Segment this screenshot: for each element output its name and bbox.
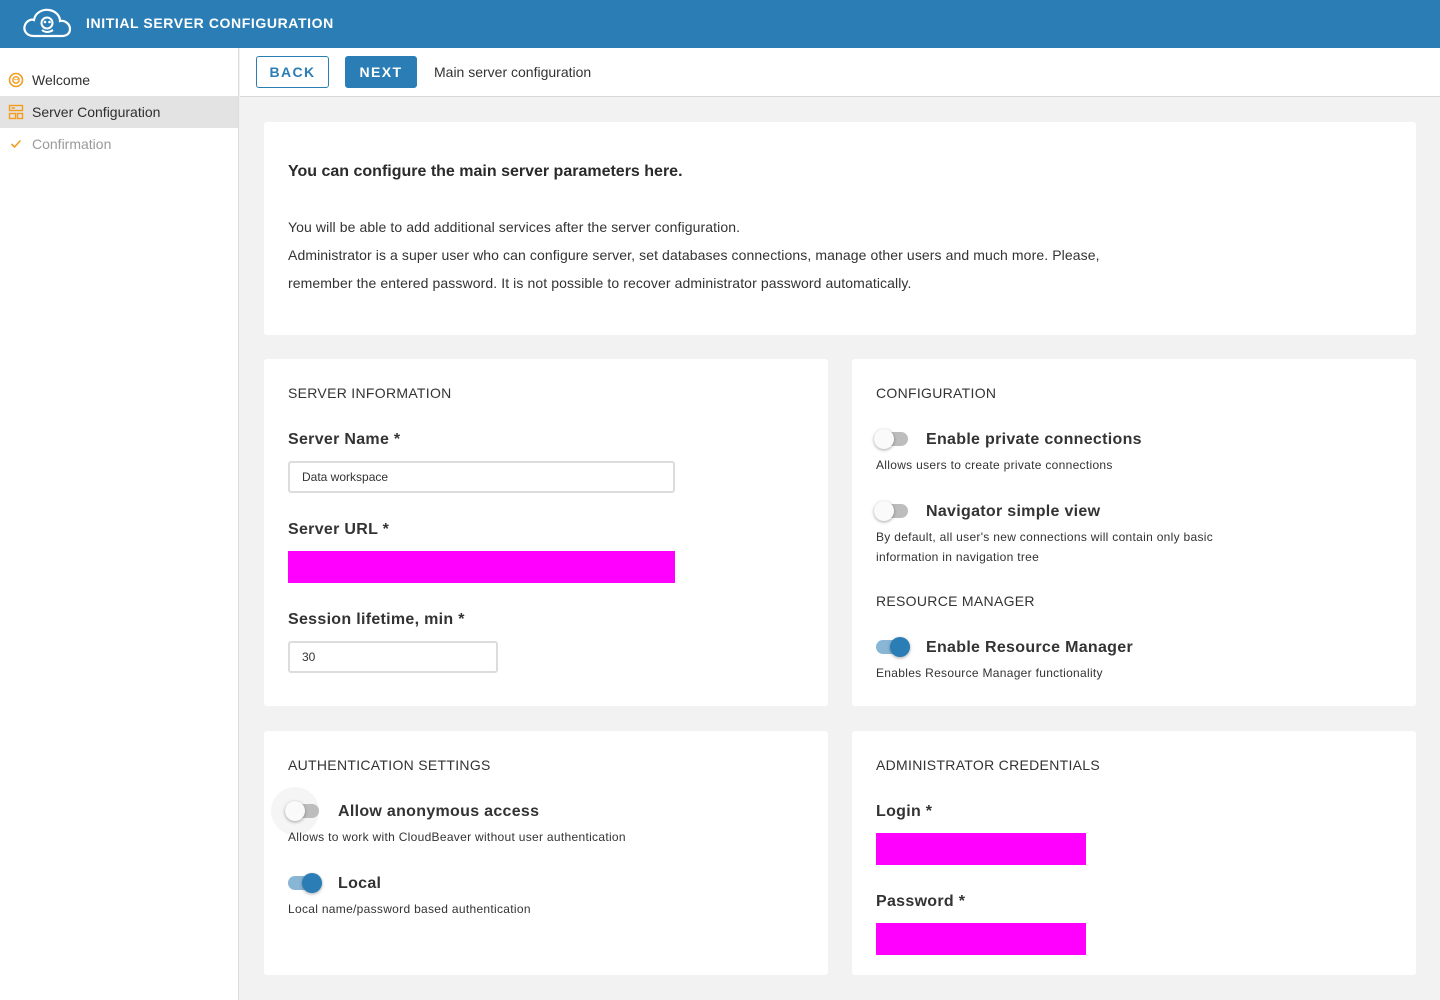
- anonymous-access-toggle[interactable]: [285, 801, 319, 821]
- section-title: SERVER INFORMATION: [288, 385, 452, 401]
- wizard-toolbar: BACK NEXT Main server configuration: [240, 48, 1440, 97]
- session-lifetime-input[interactable]: [288, 641, 498, 673]
- toggle-knob: [285, 801, 305, 821]
- sidebar-item-label: Confirmation: [32, 136, 112, 152]
- local-auth-label: Local: [338, 875, 382, 892]
- section-title: CONFIGURATION: [876, 385, 997, 401]
- toggle-knob: [874, 501, 894, 521]
- sidebar-item-server-configuration[interactable]: Server Configuration: [0, 96, 238, 128]
- intro-heading: You can configure the main server parame…: [288, 163, 683, 180]
- navigator-simple-view-label: Navigator simple view: [926, 503, 1101, 520]
- intro-text-line: Administrator is a super user who can co…: [288, 247, 1100, 263]
- next-button[interactable]: NEXT: [345, 56, 417, 88]
- login-label: Login *: [876, 803, 933, 820]
- wizard-steps-sidebar: Welcome Server Configuration Confirmatio…: [0, 48, 239, 1000]
- server-config-icon: [8, 104, 24, 120]
- sidebar-item-welcome[interactable]: Welcome: [0, 64, 238, 96]
- authentication-settings-card: AUTHENTICATION SETTINGS Allow anonymous …: [264, 731, 828, 975]
- toggle-knob: [890, 637, 910, 657]
- intro-text-line: remember the entered password. It is not…: [288, 275, 912, 291]
- intro-text-line: You will be able to add additional servi…: [288, 219, 741, 235]
- back-button[interactable]: BACK: [256, 56, 329, 88]
- server-name-label: Server Name *: [288, 431, 401, 448]
- server-url-label: Server URL *: [288, 521, 390, 538]
- welcome-icon: [8, 72, 24, 88]
- resource-manager-title: RESOURCE MANAGER: [876, 593, 1035, 609]
- password-label: Password *: [876, 893, 966, 910]
- server-name-input[interactable]: [288, 461, 675, 493]
- private-connections-description: Allows users to create private connectio…: [876, 458, 1113, 472]
- toggle-knob: [302, 873, 322, 893]
- private-connections-label: Enable private connections: [926, 431, 1142, 448]
- resource-manager-toggle[interactable]: [876, 637, 910, 657]
- resource-manager-label: Enable Resource Manager: [926, 639, 1133, 656]
- login-input-redacted[interactable]: [876, 833, 1086, 865]
- section-title: AUTHENTICATION SETTINGS: [288, 757, 491, 773]
- private-connections-toggle[interactable]: [874, 429, 908, 449]
- server-url-input-redacted[interactable]: [288, 551, 675, 583]
- app-title: INITIAL SERVER CONFIGURATION: [86, 15, 334, 31]
- session-lifetime-label: Session lifetime, min *: [288, 611, 465, 628]
- app-header: INITIAL SERVER CONFIGURATION: [0, 0, 1440, 48]
- check-icon: [10, 139, 22, 149]
- step-caption: Main server configuration: [434, 64, 592, 80]
- configuration-card: CONFIGURATION Enable private connections…: [852, 359, 1416, 706]
- sidebar-item-confirmation[interactable]: Confirmation: [0, 128, 238, 160]
- server-information-card: SERVER INFORMATION Server Name * Server …: [264, 359, 828, 706]
- administrator-credentials-card: ADMINISTRATOR CREDENTIALS Login * Passwo…: [852, 731, 1416, 975]
- anonymous-access-description: Allows to work with CloudBeaver without …: [288, 830, 626, 844]
- anonymous-access-label: Allow anonymous access: [338, 803, 540, 820]
- sidebar-item-label: Server Configuration: [32, 104, 161, 120]
- sidebar-item-label: Welcome: [32, 72, 91, 88]
- resource-manager-description: Enables Resource Manager functionality: [876, 666, 1103, 680]
- local-auth-toggle[interactable]: [288, 873, 322, 893]
- navigator-simple-view-description: information in navigation tree: [876, 550, 1040, 564]
- password-input-redacted[interactable]: [876, 923, 1086, 955]
- intro-card: You can configure the main server parame…: [264, 122, 1416, 335]
- cloudbeaver-logo-icon: [23, 8, 72, 38]
- toggle-knob: [874, 429, 894, 449]
- section-title: ADMINISTRATOR CREDENTIALS: [876, 757, 1101, 773]
- navigator-simple-view-toggle[interactable]: [874, 501, 908, 521]
- local-auth-description: Local name/password based authentication: [288, 902, 531, 916]
- navigator-simple-view-description: By default, all user's new connections w…: [876, 530, 1214, 544]
